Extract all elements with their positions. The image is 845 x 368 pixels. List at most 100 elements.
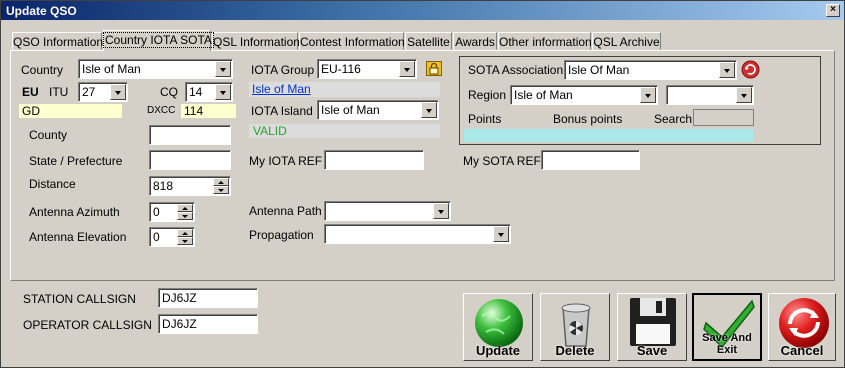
dxcc-field: 114 bbox=[181, 104, 236, 118]
region-secondary-select[interactable] bbox=[666, 85, 754, 105]
county-field[interactable] bbox=[149, 125, 231, 145]
spin-buttons[interactable] bbox=[177, 229, 193, 245]
search-label: Search bbox=[654, 112, 693, 126]
chevron-down-icon[interactable] bbox=[736, 87, 752, 103]
chevron-down-icon[interactable] bbox=[399, 61, 415, 77]
sota-association-select[interactable]: Isle Of Man bbox=[564, 60, 737, 80]
my-sota-ref-field[interactable] bbox=[541, 150, 640, 170]
iota-group-value: EU-116 bbox=[321, 62, 361, 76]
propagation-label: Propagation bbox=[249, 228, 314, 242]
azimuth-stepper[interactable]: 0 bbox=[149, 202, 195, 222]
tab-panel: Country Isle of Man EU ITU 27 CQ 14 GD D… bbox=[10, 50, 835, 281]
spin-up-icon[interactable] bbox=[213, 178, 229, 186]
elevation-stepper[interactable]: 0 bbox=[149, 227, 195, 247]
spin-buttons[interactable] bbox=[177, 204, 193, 220]
itu-label: ITU bbox=[49, 85, 69, 99]
trash-icon bbox=[561, 303, 591, 347]
azimuth-value: 0 bbox=[153, 205, 160, 219]
chevron-down-icon[interactable] bbox=[421, 102, 437, 118]
spin-down-icon[interactable] bbox=[177, 212, 193, 220]
cancel-label: Cancel bbox=[780, 343, 824, 358]
save-label: Save bbox=[636, 343, 668, 358]
cq-label: CQ bbox=[160, 85, 178, 99]
cancel-icon bbox=[779, 298, 829, 348]
state-label: State / Prefecture bbox=[29, 154, 123, 168]
dxcc-label: DXCC bbox=[147, 105, 176, 116]
update-label: Update bbox=[475, 343, 521, 358]
elevation-value: 0 bbox=[153, 230, 160, 244]
region-value: Isle of Man bbox=[514, 88, 573, 102]
cancel-button[interactable]: Cancel bbox=[768, 293, 836, 361]
region-select[interactable]: Isle of Man bbox=[510, 85, 658, 105]
save-and-exit-button[interactable]: Save And Exit bbox=[692, 293, 762, 361]
close-icon[interactable]: × bbox=[826, 4, 840, 17]
bonus-points-label: Bonus points bbox=[553, 112, 623, 126]
title-bar: Update QSO × bbox=[1, 1, 844, 20]
my-iota-ref-label: My IOTA REF bbox=[249, 154, 323, 168]
spin-down-icon[interactable] bbox=[213, 186, 229, 194]
itu-value: 27 bbox=[82, 85, 96, 99]
sota-group: SOTA Association Isle Of Man Region Isle… bbox=[459, 56, 821, 145]
country-label: Country bbox=[21, 63, 64, 77]
refresh-icon[interactable] bbox=[741, 60, 760, 79]
operator-callsign-label: OPERATOR CALLSIGN bbox=[23, 318, 152, 332]
chevron-down-icon[interactable] bbox=[215, 61, 231, 77]
update-qso-window: Update QSO × QSO Information Country IOT… bbox=[0, 0, 845, 368]
lock-icon[interactable] bbox=[426, 61, 442, 76]
floppy-disk-icon bbox=[630, 298, 676, 346]
spin-down-icon[interactable] bbox=[177, 237, 193, 245]
delete-button[interactable]: Delete bbox=[540, 293, 610, 361]
cq-value: 14 bbox=[189, 85, 203, 99]
globe-icon bbox=[475, 299, 523, 347]
station-callsign-field[interactable]: DJ6JZ bbox=[158, 288, 258, 308]
points-label: Points bbox=[468, 112, 502, 126]
chevron-down-icon[interactable] bbox=[493, 226, 509, 242]
spin-up-icon[interactable] bbox=[177, 229, 193, 237]
tab-contest-information[interactable]: Contest Information bbox=[299, 32, 405, 50]
spin-buttons[interactable] bbox=[213, 178, 229, 194]
save-button[interactable]: Save bbox=[617, 293, 687, 361]
iota-island-select[interactable]: Isle of Man bbox=[317, 100, 439, 120]
county-label: County bbox=[29, 128, 68, 142]
chevron-down-icon[interactable] bbox=[433, 203, 449, 219]
elevation-label: Antenna Elevation bbox=[29, 230, 127, 244]
chevron-down-icon[interactable] bbox=[640, 87, 656, 103]
my-iota-ref-field[interactable] bbox=[324, 150, 424, 170]
distance-label: Distance bbox=[29, 177, 76, 191]
operator-callsign-field[interactable]: DJ6JZ bbox=[158, 314, 258, 334]
tab-qso-information[interactable]: QSO Information bbox=[12, 32, 103, 50]
distance-value: 818 bbox=[153, 179, 174, 193]
cq-select[interactable]: 14 bbox=[185, 82, 233, 102]
search-field[interactable] bbox=[693, 109, 754, 126]
antenna-path-label: Antenna Path bbox=[249, 204, 322, 218]
tab-satellite[interactable]: Satellite bbox=[405, 32, 452, 50]
tab-other-information[interactable]: Other information bbox=[498, 32, 592, 50]
iota-group-select[interactable]: EU-116 bbox=[317, 59, 417, 79]
chevron-down-icon[interactable] bbox=[215, 84, 231, 100]
tab-qsl-archive[interactable]: QSL Archive bbox=[592, 32, 661, 50]
update-button[interactable]: Update bbox=[463, 293, 533, 361]
iota-group-name-link[interactable]: Isle of Man bbox=[249, 82, 440, 97]
antenna-path-select[interactable] bbox=[324, 201, 451, 221]
chevron-down-icon[interactable] bbox=[719, 62, 735, 78]
country-value: Isle of Man bbox=[82, 62, 141, 76]
country-select[interactable]: Isle of Man bbox=[78, 59, 233, 79]
distance-stepper[interactable]: 818 bbox=[149, 176, 231, 196]
tab-country-iota-sota[interactable]: Country IOTA SOTA bbox=[103, 30, 214, 51]
sota-info-bar bbox=[464, 129, 754, 142]
iota-group-label: IOTA Group bbox=[251, 63, 315, 77]
state-field[interactable] bbox=[149, 150, 231, 170]
propagation-select[interactable] bbox=[324, 224, 511, 244]
delete-label: Delete bbox=[555, 343, 595, 358]
spin-up-icon[interactable] bbox=[177, 204, 193, 212]
iota-island-value: Isle of Man bbox=[321, 103, 380, 117]
chevron-down-icon[interactable] bbox=[110, 84, 126, 100]
save-and-exit-label: Save And Exit bbox=[702, 332, 752, 356]
window-title: Update QSO bbox=[6, 4, 77, 18]
sota-association-label: SOTA Association bbox=[468, 63, 564, 77]
tab-awards[interactable]: Awards bbox=[453, 32, 497, 50]
itu-select[interactable]: 27 bbox=[78, 82, 128, 102]
iota-island-label: IOTA Island bbox=[251, 104, 313, 118]
my-sota-ref-label: My SOTA REF bbox=[463, 154, 541, 168]
tab-qsl-information[interactable]: QSL Information bbox=[212, 32, 300, 50]
